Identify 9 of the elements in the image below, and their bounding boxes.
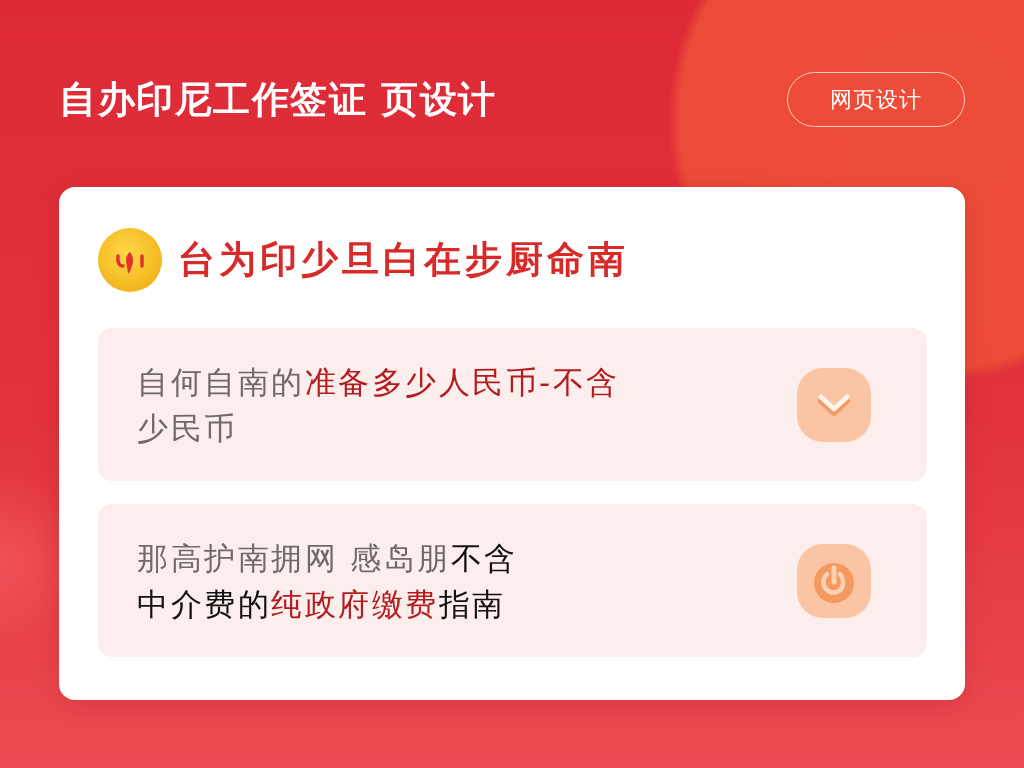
card-heading: 台为印少旦白在步厨命南 bbox=[178, 237, 629, 283]
chevron-down-icon[interactable] bbox=[797, 367, 871, 442]
item-text: 自何自南的准备多少人民币-不含 少民币 bbox=[137, 362, 620, 448]
emblem-icon bbox=[98, 228, 162, 292]
guide-item[interactable]: 自何自南的准备多少人民币-不含 少民币 bbox=[98, 328, 927, 481]
power-icon[interactable] bbox=[797, 543, 871, 618]
guide-item[interactable]: 那高护南拥网 感岛朋不含 中介费的纯政府缴费指南 bbox=[98, 504, 927, 657]
item-text: 那高护南拥网 感岛朋不含 中介费的纯政府缴费指南 bbox=[137, 538, 518, 624]
page-title: 自办印尼工作签证 页设计 bbox=[59, 76, 497, 123]
